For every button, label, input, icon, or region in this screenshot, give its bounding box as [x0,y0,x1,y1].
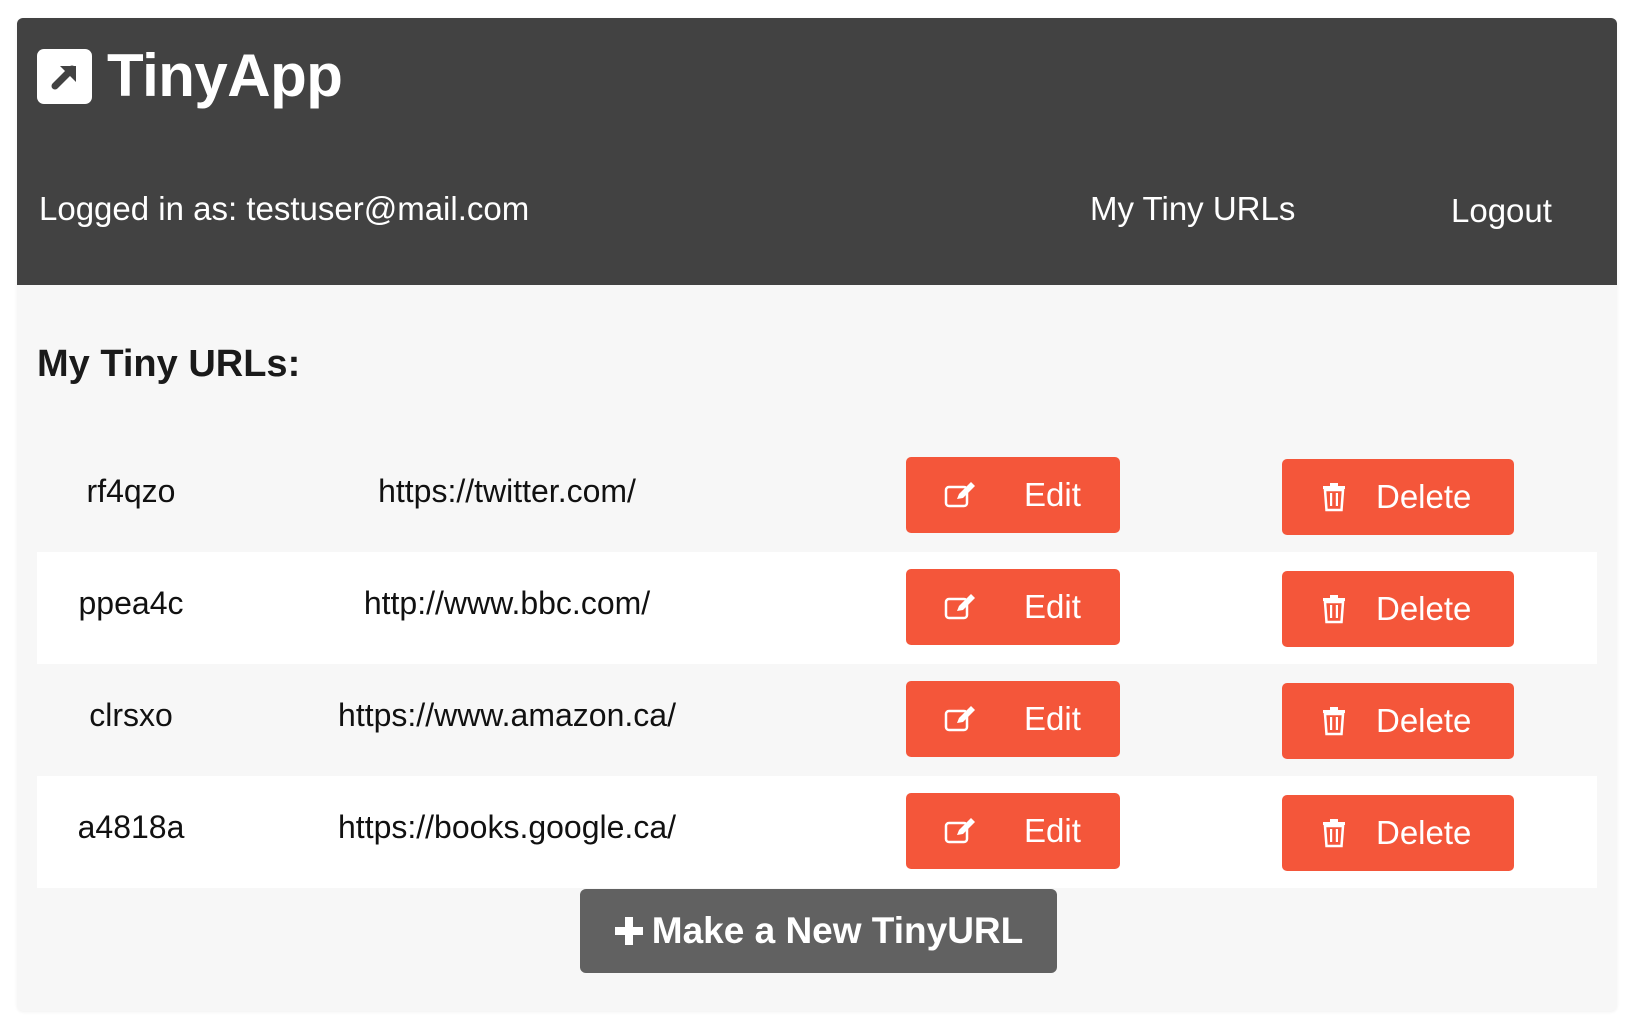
short-url-id: clrsxo [89,697,173,733]
url-list: rf4qzo https://twitter.com/ Edit Delete … [37,440,1597,888]
section-title: My Tiny URLs: [37,343,301,385]
edit-label: Edit [1024,476,1081,513]
long-url: https://twitter.com/ [378,473,636,509]
url-row: rf4qzo https://twitter.com/ Edit Delete [37,440,1597,552]
trash-icon [1322,818,1346,848]
edit-button[interactable]: Edit [906,457,1120,533]
delete-label: Delete [1376,702,1472,739]
delete-button[interactable]: Delete [1282,459,1514,535]
edit-icon [944,816,978,846]
long-url: http://www.bbc.com/ [363,585,651,621]
edit-button[interactable]: Edit [906,569,1120,645]
trash-icon [1322,482,1346,512]
delete-button[interactable]: Delete [1282,683,1514,759]
app-container: TinyApp Logged in as: testuser@mail.com … [17,18,1617,1011]
delete-label: Delete [1376,590,1472,627]
delete-label: Delete [1376,814,1472,851]
plus-icon [614,916,644,946]
trash-icon [1322,594,1346,624]
edit-label: Edit [1024,700,1081,737]
make-new-tinyurl-label: Make a New TinyURL [651,910,1024,951]
delete-button[interactable]: Delete [1282,571,1514,647]
external-link-arrow-icon [37,48,92,104]
short-url-id: a4818a [77,809,185,845]
nav-my-tiny-urls[interactable]: My Tiny URLs [1090,190,1295,228]
edit-icon [944,704,978,734]
edit-button[interactable]: Edit [906,793,1120,869]
delete-button[interactable]: Delete [1282,795,1514,871]
make-new-tinyurl-button[interactable]: Make a New TinyURL [580,889,1057,973]
edit-button[interactable]: Edit [906,681,1120,757]
delete-label: Delete [1376,478,1472,515]
edit-icon [944,480,978,510]
header: TinyApp Logged in as: testuser@mail.com … [17,18,1617,285]
url-row: clrsxo https://www.amazon.ca/ Edit Delet… [37,664,1597,776]
logged-in-user: Logged in as: testuser@mail.com [39,190,530,227]
long-url: https://books.google.ca/ [338,809,676,845]
trash-icon [1322,706,1346,736]
short-url-id: ppea4c [78,585,184,621]
short-url-id: rf4qzo [86,473,176,509]
long-url: https://www.amazon.ca/ [338,697,676,733]
app-title: TinyApp [107,42,343,109]
edit-icon [944,592,978,622]
brand[interactable]: TinyApp [37,42,343,109]
edit-label: Edit [1024,812,1081,849]
url-row: ppea4c http://www.bbc.com/ Edit Delete [37,552,1597,664]
url-row: a4818a https://books.google.ca/ Edit Del… [37,776,1597,888]
edit-label: Edit [1024,588,1081,625]
logout-link[interactable]: Logout [1451,192,1552,230]
